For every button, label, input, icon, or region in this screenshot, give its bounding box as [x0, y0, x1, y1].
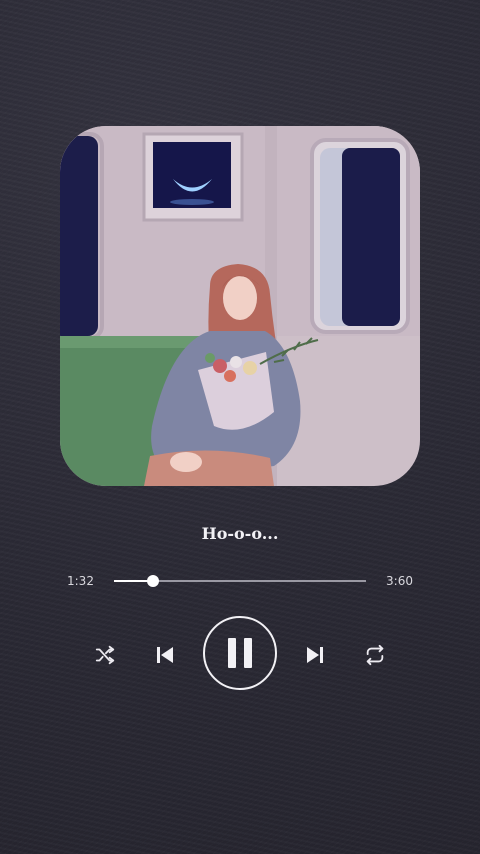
current-time: 1:32 — [67, 574, 94, 588]
skip-next-icon — [307, 647, 323, 663]
previous-button[interactable] — [151, 641, 179, 669]
shuffle-icon — [95, 645, 115, 665]
skip-previous-icon — [157, 647, 173, 663]
seek-thumb[interactable] — [147, 575, 160, 587]
song-title: Ho-o-o... — [201, 524, 279, 543]
pause-button[interactable] — [203, 616, 277, 690]
repeat-icon — [366, 644, 384, 666]
pause-icon — [228, 638, 252, 668]
shuffle-button[interactable] — [93, 643, 117, 667]
total-time: 3:60 — [386, 574, 413, 588]
repeat-button[interactable] — [362, 642, 388, 668]
next-button[interactable] — [301, 641, 329, 669]
album-art — [60, 126, 420, 486]
progress-track[interactable] — [114, 575, 366, 587]
